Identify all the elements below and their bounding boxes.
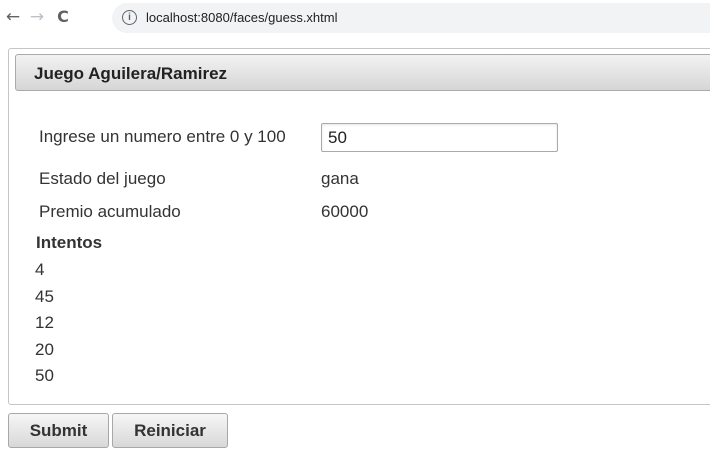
reset-button[interactable]: Reiniciar	[112, 413, 228, 448]
back-arrow-icon[interactable]: ←	[2, 6, 24, 28]
attempt-item: 12	[35, 313, 54, 332]
reload-icon[interactable]: C	[52, 6, 74, 28]
address-bar[interactable]: i localhost:8080/faces/guess.xhtml	[112, 3, 710, 33]
attempts-title: Intentos	[36, 233, 103, 252]
browser-toolbar: ← → C i localhost:8080/faces/guess.xhtml	[0, 0, 710, 36]
attempt-item: 4	[35, 260, 45, 279]
prize-value: 60000	[321, 202, 369, 221]
attempt-item: 45	[35, 286, 54, 306]
panel-header[interactable]: Juego Aguilera/Ramirez	[15, 54, 710, 91]
submit-button[interactable]: Submit	[8, 413, 109, 448]
panel-title: Juego Aguilera/Ramirez	[34, 64, 228, 83]
attempts-list: 4 45 12 20 50	[35, 259, 54, 392]
attempt-item: 20	[35, 339, 54, 359]
guess-input[interactable]	[321, 123, 558, 152]
guess-label: Ingrese un numero entre 0 y 100	[39, 127, 286, 146]
info-icon[interactable]: i	[122, 10, 137, 25]
url-text[interactable]: localhost:8080/faces/guess.xhtml	[146, 10, 338, 25]
status-value: gana	[321, 169, 359, 188]
game-panel: Juego Aguilera/Ramirez Ingrese un numero…	[8, 48, 710, 405]
prize-label: Premio acumulado	[39, 202, 181, 221]
status-label: Estado del juego	[39, 169, 166, 188]
forward-arrow-icon[interactable]: →	[26, 6, 48, 28]
attempt-item: 50	[35, 366, 54, 385]
